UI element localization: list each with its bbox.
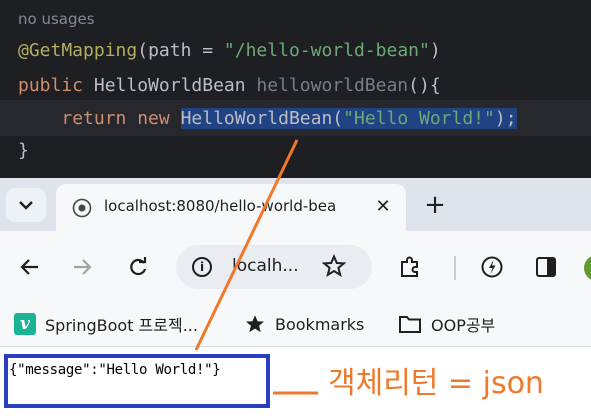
url-text[interactable]: localh... <box>232 256 299 276</box>
puzzle-icon <box>401 256 418 277</box>
usages-hint: no usages <box>18 10 95 28</box>
performance-button[interactable] <box>478 253 506 281</box>
speed-icon <box>481 256 503 278</box>
paren-token: ( <box>332 108 344 129</box>
globe-icon <box>72 198 92 218</box>
paren-token: ) <box>429 40 441 61</box>
tab-title: localhost:8080/hello-world-bea <box>104 197 337 215</box>
arrow-right-icon <box>74 259 92 275</box>
v-logo-icon: v <box>14 313 36 335</box>
param-token: path = <box>148 40 224 61</box>
keyword-token: public <box>18 75 84 96</box>
address-bar[interactable]: i localh... <box>176 245 372 289</box>
selected-code: HelloWorldBean("Hello World!"); <box>180 108 517 129</box>
path-string-token: "/hello-world-bean" <box>223 40 430 61</box>
folder-icon <box>399 316 421 333</box>
tab-search-button[interactable] <box>6 188 46 222</box>
browser-tab[interactable]: localhost:8080/hello-world-bea ✕ <box>56 184 406 231</box>
side-panel-icon <box>536 257 556 277</box>
site-info-icon[interactable]: i <box>192 257 212 277</box>
side-panel-button[interactable] <box>532 253 560 281</box>
code-line-return: return new HelloWorldBean("Hello World!"… <box>18 106 517 132</box>
arrow-left-icon <box>20 259 38 275</box>
annotation-note: 객체리턴 = json <box>328 366 544 401</box>
bookmark-label: OOP공부 <box>431 316 496 335</box>
class-token: HelloWorldBean <box>180 108 333 129</box>
brace-token: (){ <box>408 75 441 96</box>
json-response: {"message":"Hello World!"} <box>9 362 221 378</box>
code-editor: no usages @GetMapping(path = "/hello-wor… <box>0 0 591 178</box>
back-button[interactable] <box>16 253 44 281</box>
bookmark-folder-bookmarks[interactable]: Bookmarks <box>244 311 364 337</box>
bookmark-label: Bookmarks <box>275 314 365 334</box>
toolbar-divider <box>454 256 456 280</box>
method-name-token: helloworldBean <box>256 75 409 96</box>
star-icon <box>246 315 264 333</box>
paren-token: ( <box>137 40 149 61</box>
type-token: HelloWorldBean <box>83 75 257 96</box>
forward-button[interactable] <box>68 253 96 281</box>
browser-toolbar: i localh... <box>0 231 591 303</box>
code-line-mapping: @GetMapping(path = "/hello-world-bean") <box>18 38 441 64</box>
bookmarks-bar: v SpringBoot 프로젝... Bookmarks OOP공부 <box>0 303 591 347</box>
string-token: "Hello World!" <box>343 108 495 129</box>
code-line-close: } <box>18 140 29 161</box>
annotation-token: @GetMapping <box>18 40 138 61</box>
code-line-signature: public HelloWorldBean helloworldBean(){ <box>18 73 441 99</box>
paren-token: ); <box>494 108 517 129</box>
reload-button[interactable] <box>124 253 152 281</box>
browser-tab-strip: localhost:8080/hello-world-bea ✕ + <box>0 178 591 231</box>
bookmark-star-icon[interactable] <box>322 254 346 278</box>
chevron-down-icon <box>19 201 33 210</box>
bookmark-folder-oop[interactable]: OOP공부 <box>398 311 495 337</box>
bookmark-springboot[interactable]: v SpringBoot 프로젝... <box>14 311 198 337</box>
new-tab-button[interactable]: + <box>420 190 450 220</box>
keyword-token: return new <box>61 108 181 129</box>
reload-icon <box>130 257 147 276</box>
close-icon[interactable]: ✕ <box>372 195 394 217</box>
bookmark-label: SpringBoot 프로젝... <box>45 316 198 335</box>
extensions-button[interactable] <box>396 253 424 281</box>
